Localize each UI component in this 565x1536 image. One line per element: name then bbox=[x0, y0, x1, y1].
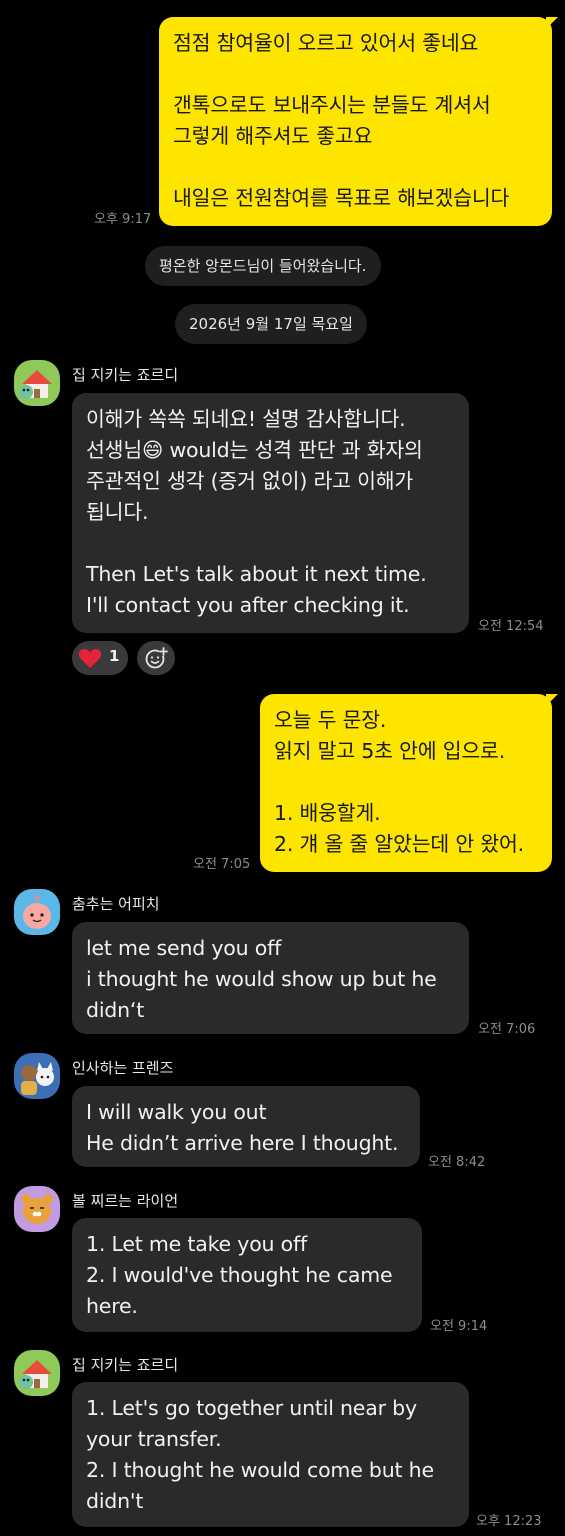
incoming-message-bubble[interactable]: 1. Let's go together until near by your … bbox=[72, 1382, 469, 1527]
date-divider: 2026년 9월 17일 목요일 bbox=[175, 304, 367, 344]
sender-name: 볼 찌르는 라이언 bbox=[72, 1192, 179, 1210]
sender-name: 집 지키는 죠르디 bbox=[72, 1356, 179, 1374]
friends-avatar-icon[interactable] bbox=[14, 1053, 60, 1099]
message-time: 오전 7:05 bbox=[193, 857, 251, 872]
outgoing-message-bubble[interactable]: 오늘 두 문장. 읽지 말고 5초 안에 입으로. 1. 배웅할게. 2. 걔 … bbox=[260, 694, 558, 872]
message-time: 오전 9:14 bbox=[430, 1319, 488, 1334]
sender-name: 춤추는 어피치 bbox=[72, 895, 160, 913]
add-reaction-icon bbox=[145, 647, 168, 669]
sender-name: 인사하는 프렌즈 bbox=[72, 1059, 174, 1077]
message-time: 오전 7:06 bbox=[478, 1022, 536, 1037]
heart-icon bbox=[78, 648, 102, 668]
join-notice: 평온한 앙몬드님이 들어왔습니다. bbox=[145, 246, 381, 286]
add-reaction-button[interactable] bbox=[137, 641, 175, 675]
jordy-avatar-icon[interactable] bbox=[14, 1350, 60, 1396]
outgoing-message-bubble[interactable]: 점점 참여율이 오르고 있어서 좋네요 갠톡으로도 보내주시는 분들도 계셔서 … bbox=[159, 17, 558, 226]
incoming-message-bubble[interactable]: I will walk you out He didn’t arrive her… bbox=[72, 1086, 420, 1167]
message-time: 오전 8:42 bbox=[428, 1155, 486, 1170]
jordy-avatar-icon[interactable] bbox=[14, 360, 60, 406]
chat-room: 오후 9:17 점점 참여율이 오르고 있어서 좋네요 갠톡으로도 보내주시는 … bbox=[0, 0, 565, 1536]
apeach-avatar-icon[interactable] bbox=[14, 889, 60, 935]
reaction-count: 1 bbox=[109, 647, 120, 665]
incoming-message-bubble[interactable]: let me send you off i thought he would s… bbox=[72, 922, 469, 1034]
heart-reaction-chip[interactable]: 1 bbox=[72, 641, 128, 675]
message-time: 오후 12:23 bbox=[476, 1514, 542, 1529]
incoming-message-bubble[interactable]: 이해가 쏙쏙 되네요! 설명 감사합니다. 선생님😄 would는 성격 판단 … bbox=[72, 393, 469, 633]
message-time: 오전 12:54 bbox=[478, 619, 544, 634]
sender-name: 집 지키는 죠르디 bbox=[72, 366, 179, 384]
message-time: 오후 9:17 bbox=[94, 212, 152, 227]
ryan-avatar-icon[interactable] bbox=[14, 1186, 60, 1232]
incoming-message-bubble[interactable]: 1. Let me take you off 2. I would've tho… bbox=[72, 1218, 422, 1332]
